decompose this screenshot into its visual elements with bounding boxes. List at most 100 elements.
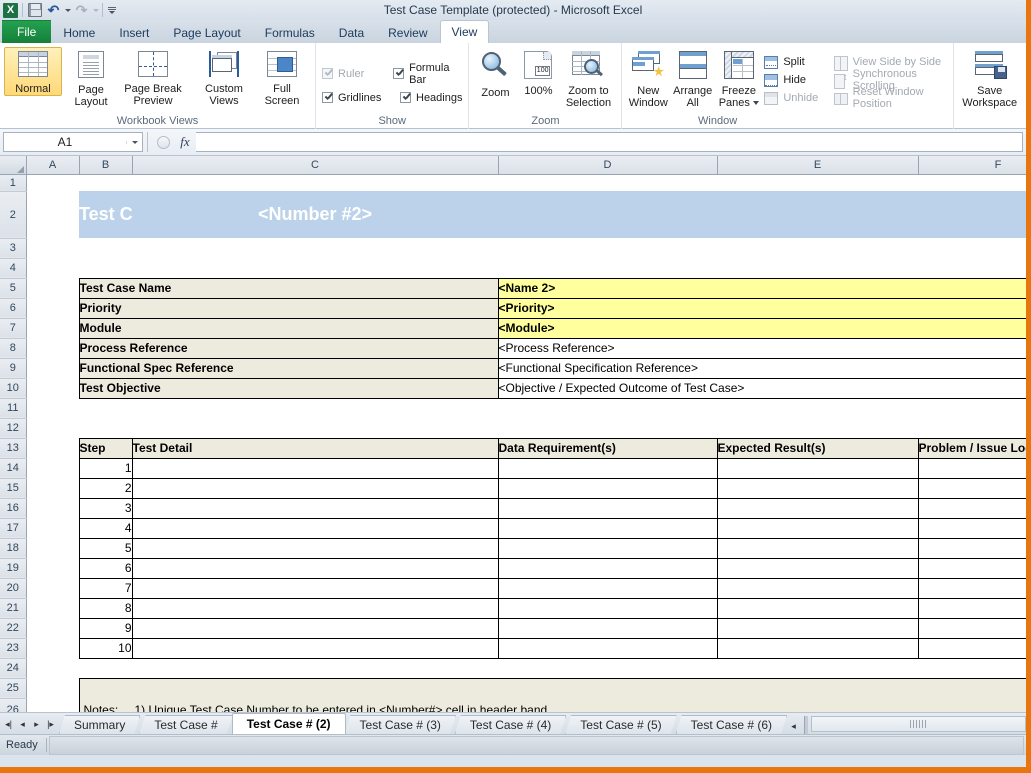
row-header-12[interactable]: 12 bbox=[0, 418, 27, 439]
row-header-23[interactable]: 23 bbox=[0, 638, 27, 659]
header-band-title[interactable]: Test Case bbox=[79, 191, 132, 238]
column-header-c[interactable]: C bbox=[132, 156, 499, 175]
next-sheet-icon[interactable]: ▸ bbox=[30, 716, 43, 732]
zoom-to-selection-button[interactable]: Zoom to Selection bbox=[559, 47, 617, 110]
step-data-requirement[interactable] bbox=[497, 598, 718, 619]
steps-header-step[interactable]: Step bbox=[78, 437, 133, 459]
chevron-down-icon[interactable] bbox=[752, 101, 759, 105]
step-expected-result[interactable] bbox=[716, 578, 919, 599]
row-header-2[interactable]: 2 bbox=[0, 191, 27, 239]
row-header-11[interactable]: 11 bbox=[0, 398, 27, 419]
sheet-tab-scroll-left-icon[interactable]: ◂ bbox=[787, 718, 800, 734]
step-expected-result[interactable] bbox=[716, 458, 919, 479]
name-box-dropdown-icon[interactable] bbox=[126, 140, 142, 144]
switch-windows-button[interactable]: Sw Wind bbox=[1022, 47, 1026, 110]
first-sheet-icon[interactable]: ◂| bbox=[2, 716, 15, 732]
cell-a6[interactable] bbox=[26, 298, 79, 318]
row-header-19[interactable]: 19 bbox=[0, 558, 27, 579]
new-window-button[interactable]: New Window bbox=[626, 47, 670, 110]
steps-header-test-detail[interactable]: Test Detail bbox=[131, 437, 499, 459]
column-header-a[interactable]: A bbox=[26, 156, 80, 175]
prev-sheet-icon[interactable]: ◂ bbox=[16, 716, 29, 732]
cell-a13[interactable] bbox=[26, 438, 79, 458]
step-number[interactable]: 6 bbox=[78, 558, 133, 579]
row-header-24[interactable]: 24 bbox=[0, 658, 27, 679]
step-detail[interactable] bbox=[131, 578, 499, 599]
step-problem-log[interactable] bbox=[917, 498, 1026, 519]
info-value-functional-spec-reference[interactable]: <Functional Specification Reference> bbox=[498, 357, 1026, 379]
info-label-test-case-name[interactable]: Test Case Name bbox=[78, 277, 499, 299]
page-layout-view-button[interactable]: Page Layout bbox=[62, 47, 120, 109]
cell-a2[interactable] bbox=[26, 191, 79, 238]
row-header-8[interactable]: 8 bbox=[0, 338, 27, 359]
column-header-e[interactable]: E bbox=[717, 156, 919, 175]
zoom-100-button[interactable]: 100 100% bbox=[517, 47, 559, 98]
row-header-3[interactable]: 3 bbox=[0, 238, 27, 259]
step-number[interactable]: 7 bbox=[78, 578, 133, 599]
step-detail[interactable] bbox=[131, 618, 499, 639]
step-detail[interactable] bbox=[131, 538, 499, 559]
step-number[interactable]: 5 bbox=[78, 538, 133, 559]
row-header-16[interactable]: 16 bbox=[0, 498, 27, 519]
step-number[interactable]: 1 bbox=[78, 458, 133, 479]
step-detail[interactable] bbox=[131, 638, 499, 659]
row-header-10[interactable]: 10 bbox=[0, 378, 27, 399]
info-value-test-case-name[interactable]: <Name 2> bbox=[498, 277, 1026, 299]
tab-view[interactable]: View bbox=[439, 20, 490, 43]
sheet-tab-test-case-5[interactable]: Test Case # (5) bbox=[565, 715, 676, 734]
notes-block-top[interactable] bbox=[78, 677, 1026, 698]
row-header-1[interactable]: 1 bbox=[0, 174, 27, 192]
row-header-26[interactable]: 26 bbox=[0, 698, 27, 712]
steps-header-expected-results[interactable]: Expected Result(s) bbox=[716, 437, 919, 459]
row-header-6[interactable]: 6 bbox=[0, 298, 27, 319]
step-expected-result[interactable] bbox=[716, 498, 919, 519]
column-header-b[interactable]: B bbox=[79, 156, 133, 175]
row-header-4[interactable]: 4 bbox=[0, 258, 27, 279]
step-data-requirement[interactable] bbox=[497, 578, 718, 599]
tab-page-layout[interactable]: Page Layout bbox=[161, 22, 252, 43]
row-header-7[interactable]: 7 bbox=[0, 318, 27, 339]
step-problem-log[interactable] bbox=[917, 578, 1026, 599]
insert-function-circle-icon[interactable] bbox=[152, 132, 174, 152]
sheet-tab-test-case-2[interactable]: Test Case # (2) bbox=[231, 713, 346, 734]
row-header-15[interactable]: 15 bbox=[0, 478, 27, 499]
step-expected-result[interactable] bbox=[716, 558, 919, 579]
cell-a22[interactable] bbox=[26, 618, 79, 638]
cell-row24[interactable] bbox=[26, 658, 1026, 678]
step-detail[interactable] bbox=[131, 498, 499, 519]
save-workspace-button[interactable]: Save Workspace bbox=[958, 47, 1022, 110]
step-detail[interactable] bbox=[131, 598, 499, 619]
tab-insert[interactable]: Insert bbox=[107, 22, 161, 43]
zoom-button[interactable]: Zoom bbox=[473, 47, 517, 100]
step-problem-log[interactable] bbox=[917, 478, 1026, 499]
tab-home[interactable]: Home bbox=[51, 22, 107, 43]
normal-view-button[interactable]: Normal bbox=[4, 47, 62, 96]
step-data-requirement[interactable] bbox=[497, 518, 718, 539]
info-value-priority[interactable]: <Priority> bbox=[498, 297, 1026, 319]
row-header-13[interactable]: 13 bbox=[0, 438, 27, 459]
row-header-18[interactable]: 18 bbox=[0, 538, 27, 559]
row-header-17[interactable]: 17 bbox=[0, 518, 27, 539]
info-value-module[interactable]: <Module> bbox=[498, 317, 1026, 339]
headings-checkbox[interactable]: Headings bbox=[398, 89, 464, 107]
header-band-fill-2[interactable] bbox=[717, 191, 918, 238]
info-label-priority[interactable]: Priority bbox=[78, 297, 499, 319]
step-problem-log[interactable] bbox=[917, 458, 1026, 479]
step-number[interactable]: 2 bbox=[78, 478, 133, 499]
notes-line-1[interactable]: Notes: 1) Unique Test Case Number to be e… bbox=[78, 698, 1026, 712]
step-expected-result[interactable] bbox=[716, 638, 919, 659]
name-box[interactable]: A1 bbox=[3, 132, 143, 152]
cell-row12[interactable] bbox=[26, 418, 1026, 438]
cell-a20[interactable] bbox=[26, 578, 79, 598]
gridlines-checkbox[interactable]: Gridlines bbox=[320, 89, 398, 107]
row-header-14[interactable]: 14 bbox=[0, 458, 27, 479]
cell-a18[interactable] bbox=[26, 538, 79, 558]
cell-a5[interactable] bbox=[26, 278, 79, 298]
header-band-fill-3[interactable] bbox=[918, 191, 1026, 238]
page-break-preview-button[interactable]: Page Break Preview bbox=[120, 47, 186, 108]
full-screen-button[interactable]: Full Screen bbox=[253, 47, 311, 108]
insert-function-icon[interactable]: fx bbox=[174, 132, 196, 152]
sheet-tab-test-case-6[interactable]: Test Case # (6) bbox=[676, 715, 787, 734]
step-number[interactable]: 9 bbox=[78, 618, 133, 639]
sheet-tab-test-case[interactable]: Test Case # bbox=[139, 715, 232, 734]
